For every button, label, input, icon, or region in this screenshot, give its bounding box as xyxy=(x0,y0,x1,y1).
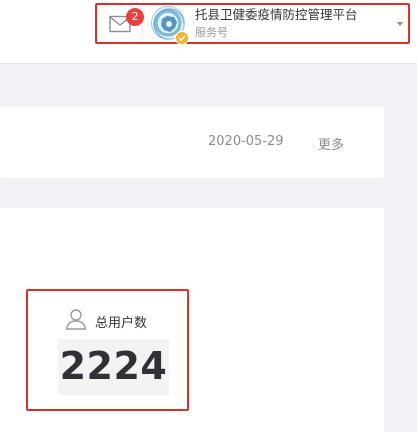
caret-down-icon[interactable] xyxy=(397,22,403,26)
top-bar: 2 托县卫健委疫情防控管理平台 服务号 xyxy=(0,0,417,64)
account-text: 托县卫健委疫情防控管理平台 服务号 xyxy=(195,7,358,40)
user-icon xyxy=(65,309,87,330)
messages-button[interactable]: 2 xyxy=(97,5,144,42)
account-type: 服务号 xyxy=(195,26,228,39)
total-users-stat: 总用户数 2224 xyxy=(26,289,189,411)
account-switcher[interactable]: 2 托县卫健委疫情防控管理平台 服务号 xyxy=(95,3,410,45)
total-users-label: 总用户数 xyxy=(95,316,148,331)
account-avatar-wrap xyxy=(151,5,189,45)
more-link[interactable]: 更多 xyxy=(318,134,344,153)
page: 2 托县卫健委疫情防控管理平台 服务号 2020-05-29 更多 总用户数 2… xyxy=(0,0,417,432)
account-name: 托县卫健委疫情防控管理平台 xyxy=(195,7,358,22)
verified-check-icon xyxy=(175,30,189,45)
unread-count-badge: 2 xyxy=(126,8,144,26)
notice-card: 2020-05-29 更多 xyxy=(0,107,384,178)
total-users-value: 2224 xyxy=(59,344,168,388)
notice-date: 2020-05-29 xyxy=(208,134,284,149)
